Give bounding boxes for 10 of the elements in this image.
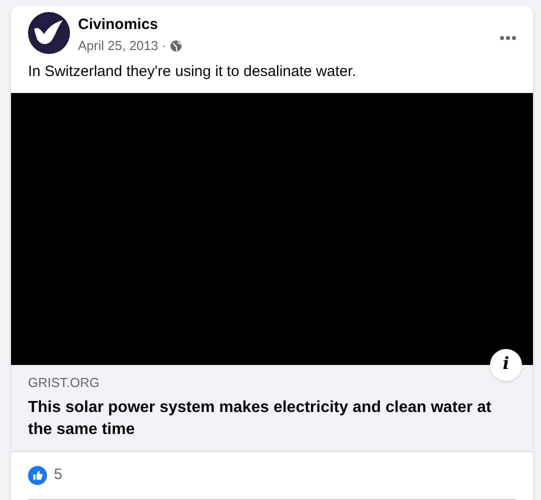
post-text: In Switzerland they're using it to desalinate water. (27, 62, 358, 82)
reaction-count[interactable]: 5 (54, 464, 62, 486)
link-domain: GRIST.ORG (28, 375, 101, 391)
globe-icon (170, 40, 182, 52)
post-date[interactable]: April 25, 2013 · (78, 38, 166, 54)
avatar-icon[interactable] (28, 12, 70, 54)
link-title[interactable]: This solar power system makes electricity and clean water at the same time (28, 397, 516, 441)
like-icon[interactable] (28, 466, 47, 485)
author-name[interactable]: Civinomics (78, 15, 182, 34)
more-options-icon[interactable] (499, 35, 517, 41)
